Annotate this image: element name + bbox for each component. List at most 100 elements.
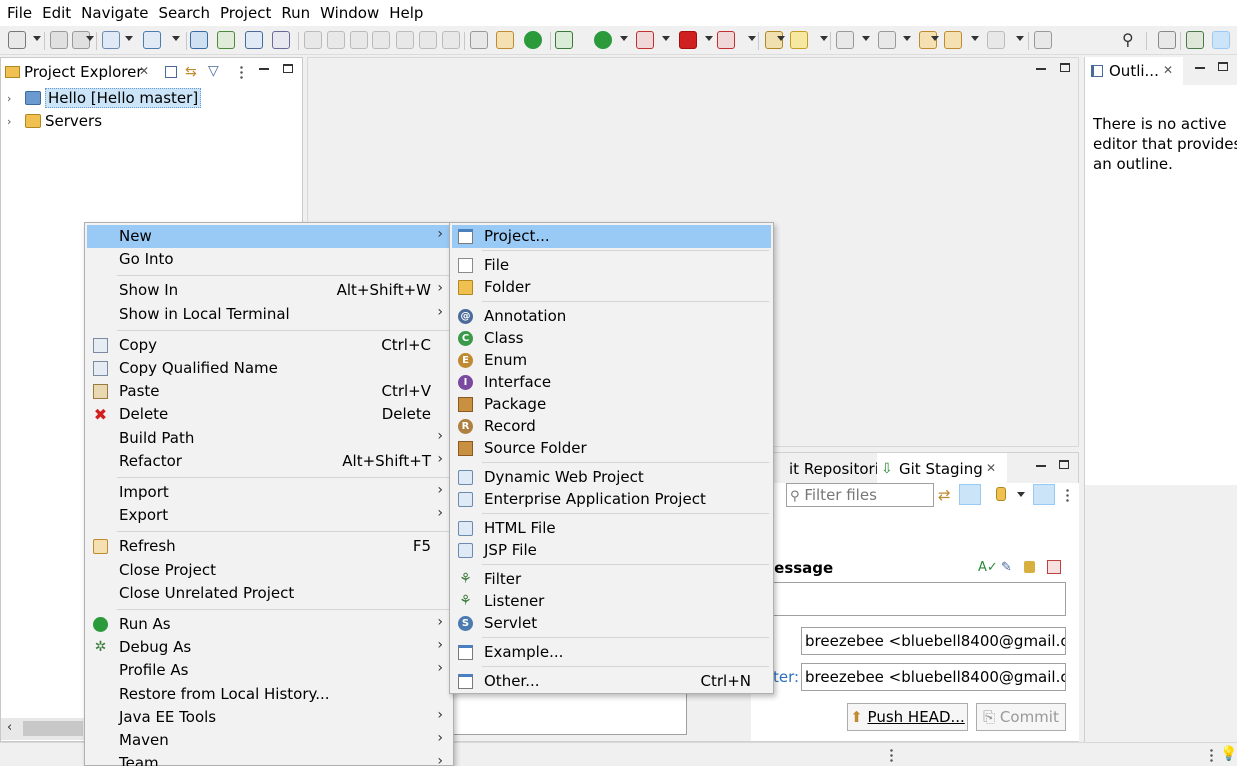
layout-icon[interactable]	[1033, 484, 1055, 505]
maximize-icon[interactable]	[1059, 460, 1069, 469]
link-with-editor-icon[interactable]: ⇆	[185, 64, 197, 80]
context-menu-item-export[interactable]: Export ›	[87, 504, 451, 527]
context-menu-item-import[interactable]: Import ›	[87, 481, 451, 504]
maximize-icon[interactable]	[1218, 62, 1228, 71]
dropdown-arrow-icon[interactable]	[172, 36, 180, 41]
collapse-all-icon[interactable]	[165, 66, 177, 78]
dropdown-arrow-icon[interactable]	[705, 36, 713, 41]
new-menu-item-project[interactable]: Project...	[452, 225, 771, 248]
step-over-icon[interactable]	[419, 31, 437, 49]
new-menu-item-file[interactable]: File	[452, 254, 771, 277]
filter-files-input[interactable]: ⚲ Filter files	[786, 483, 934, 507]
context-menu-item-close-project[interactable]: Close Project	[87, 559, 451, 582]
suspend-icon[interactable]	[327, 31, 345, 49]
back-icon[interactable]	[944, 31, 962, 49]
new-menu-item-html-file[interactable]: HTML File	[452, 517, 771, 540]
menu-navigate[interactable]: Navigate	[76, 0, 153, 26]
new-menu-item-class[interactable]: C Class	[452, 327, 771, 350]
globe-icon[interactable]	[190, 31, 208, 49]
view-menu-icon[interactable]	[1066, 488, 1069, 502]
step-return-icon[interactable]	[442, 31, 460, 49]
dropdown-arrow-icon[interactable]	[620, 36, 628, 41]
new-menu-item-listener[interactable]: ⚘ Listener	[452, 590, 771, 613]
context-menu-item-refactor[interactable]: Refactor Alt+Shift+T ›	[87, 450, 451, 473]
author-input[interactable]: breezebee <bluebell8400@gmail.com	[801, 627, 1066, 655]
maximize-icon[interactable]	[1060, 63, 1070, 72]
dropdown-arrow-icon[interactable]	[125, 36, 133, 41]
context-menu-item-delete[interactable]: ✖ Delete Delete	[87, 403, 451, 426]
forward-icon[interactable]	[987, 31, 1005, 49]
external-tool-icon[interactable]	[717, 31, 735, 49]
new-menu-item-servlet[interactable]: S Servlet	[452, 612, 771, 635]
database-icon[interactable]	[996, 487, 1006, 501]
menu-help[interactable]: Help	[384, 0, 428, 26]
dropdown-arrow-icon[interactable]	[1017, 492, 1025, 497]
next-annotation-icon[interactable]	[836, 31, 854, 49]
dropdown-arrow-icon[interactable]	[33, 36, 41, 41]
close-tab-icon[interactable]: ✕	[139, 64, 149, 78]
new-menu-item-source-folder[interactable]: Source Folder	[452, 437, 771, 460]
git-perspective-icon[interactable]	[1212, 31, 1230, 49]
menu-window[interactable]: Window	[315, 0, 384, 26]
new-menu-item-example[interactable]: Example...	[452, 641, 771, 664]
console-icon[interactable]	[245, 31, 263, 49]
context-menu-item-show-in-local-terminal[interactable]: Show in Local Terminal ›	[87, 303, 451, 326]
context-menu-item-close-unrelated-project[interactable]: Close Unrelated Project	[87, 582, 451, 605]
new-menu-item-record[interactable]: R Record	[452, 415, 771, 438]
open-perspective-icon[interactable]	[1158, 31, 1176, 49]
context-menu-item-go-into[interactable]: Go Into	[87, 248, 451, 271]
new-icon[interactable]	[8, 31, 26, 49]
minimize-icon[interactable]	[1036, 465, 1046, 467]
step-into-icon[interactable]	[396, 31, 414, 49]
committer-input[interactable]: breezebee <bluebell8400@gmail.com	[801, 663, 1066, 691]
new-menu-item-dynamic-web-project[interactable]: Dynamic Web Project	[452, 466, 771, 489]
dropdown-arrow-icon[interactable]	[903, 36, 911, 41]
disconnect-icon[interactable]	[372, 31, 390, 49]
use-step-filters-icon[interactable]	[470, 31, 488, 49]
search-task-icon[interactable]	[272, 31, 290, 49]
menu-run[interactable]: Run	[276, 0, 315, 26]
minimize-icon[interactable]	[259, 68, 269, 70]
search-icon[interactable]: ⚲	[1121, 31, 1139, 49]
run-config-icon[interactable]	[217, 31, 235, 49]
open-task-icon[interactable]	[790, 31, 808, 49]
filter-icon[interactable]: ▽	[208, 63, 219, 79]
save-icon[interactable]	[50, 31, 68, 49]
context-menu-item-copy-qualified-name[interactable]: Copy Qualified Name	[87, 357, 451, 380]
dropdown-arrow-icon[interactable]	[86, 36, 94, 41]
context-menu-item-team[interactable]: Team ›	[87, 752, 451, 766]
context-menu-item-profile-as[interactable]: Profile As ›	[87, 659, 451, 682]
power-icon[interactable]	[524, 31, 542, 49]
spell-check-icon[interactable]: A✓	[978, 560, 998, 575]
new-menu-item-filter[interactable]: ⚘ Filter	[452, 568, 771, 591]
scrollbar-thumb[interactable]	[23, 721, 83, 736]
new-menu-item-jsp-file[interactable]: JSP File	[452, 539, 771, 562]
context-menu-item-refresh[interactable]: Refresh F5	[87, 535, 451, 558]
context-menu-item-paste[interactable]: Paste Ctrl+V	[87, 380, 451, 403]
committer-label[interactable]: ter:	[773, 668, 799, 686]
context-menu-item-new[interactable]: New ›	[87, 225, 451, 248]
coverage-icon[interactable]	[636, 31, 654, 49]
resume-icon[interactable]	[304, 31, 322, 49]
commit-button[interactable]: ⎘ Commit	[976, 703, 1066, 731]
context-menu-item-copy[interactable]: Copy Ctrl+C	[87, 334, 451, 357]
context-menu-item-maven[interactable]: Maven ›	[87, 729, 451, 752]
context-menu-item-debug-as[interactable]: ✲ Debug As ›	[87, 636, 451, 659]
menu-edit[interactable]: Edit	[37, 0, 76, 26]
prev-annotation-icon[interactable]	[878, 31, 896, 49]
menu-project[interactable]: Project	[215, 0, 276, 26]
dropdown-arrow-icon[interactable]	[820, 36, 828, 41]
stop-icon[interactable]	[679, 31, 697, 49]
close-tab-icon[interactable]: ✕	[986, 461, 996, 475]
view-menu-icon[interactable]	[240, 65, 243, 79]
new-menu-item-annotation[interactable]: @ Annotation	[452, 305, 771, 328]
debug-icon[interactable]	[555, 31, 573, 49]
dropdown-arrow-icon[interactable]	[662, 36, 670, 41]
context-menu-item-restore-from-local-history[interactable]: Restore from Local History...	[87, 683, 451, 706]
run-icon[interactable]	[594, 31, 612, 49]
expand-chevron-icon[interactable]: ›	[7, 92, 17, 105]
dropdown-arrow-icon[interactable]	[777, 36, 785, 41]
edit-icon[interactable]: ✎	[1001, 560, 1012, 575]
context-menu-item-build-path[interactable]: Build Path ›	[87, 427, 451, 450]
new-menu-item-package[interactable]: Package	[452, 393, 771, 416]
